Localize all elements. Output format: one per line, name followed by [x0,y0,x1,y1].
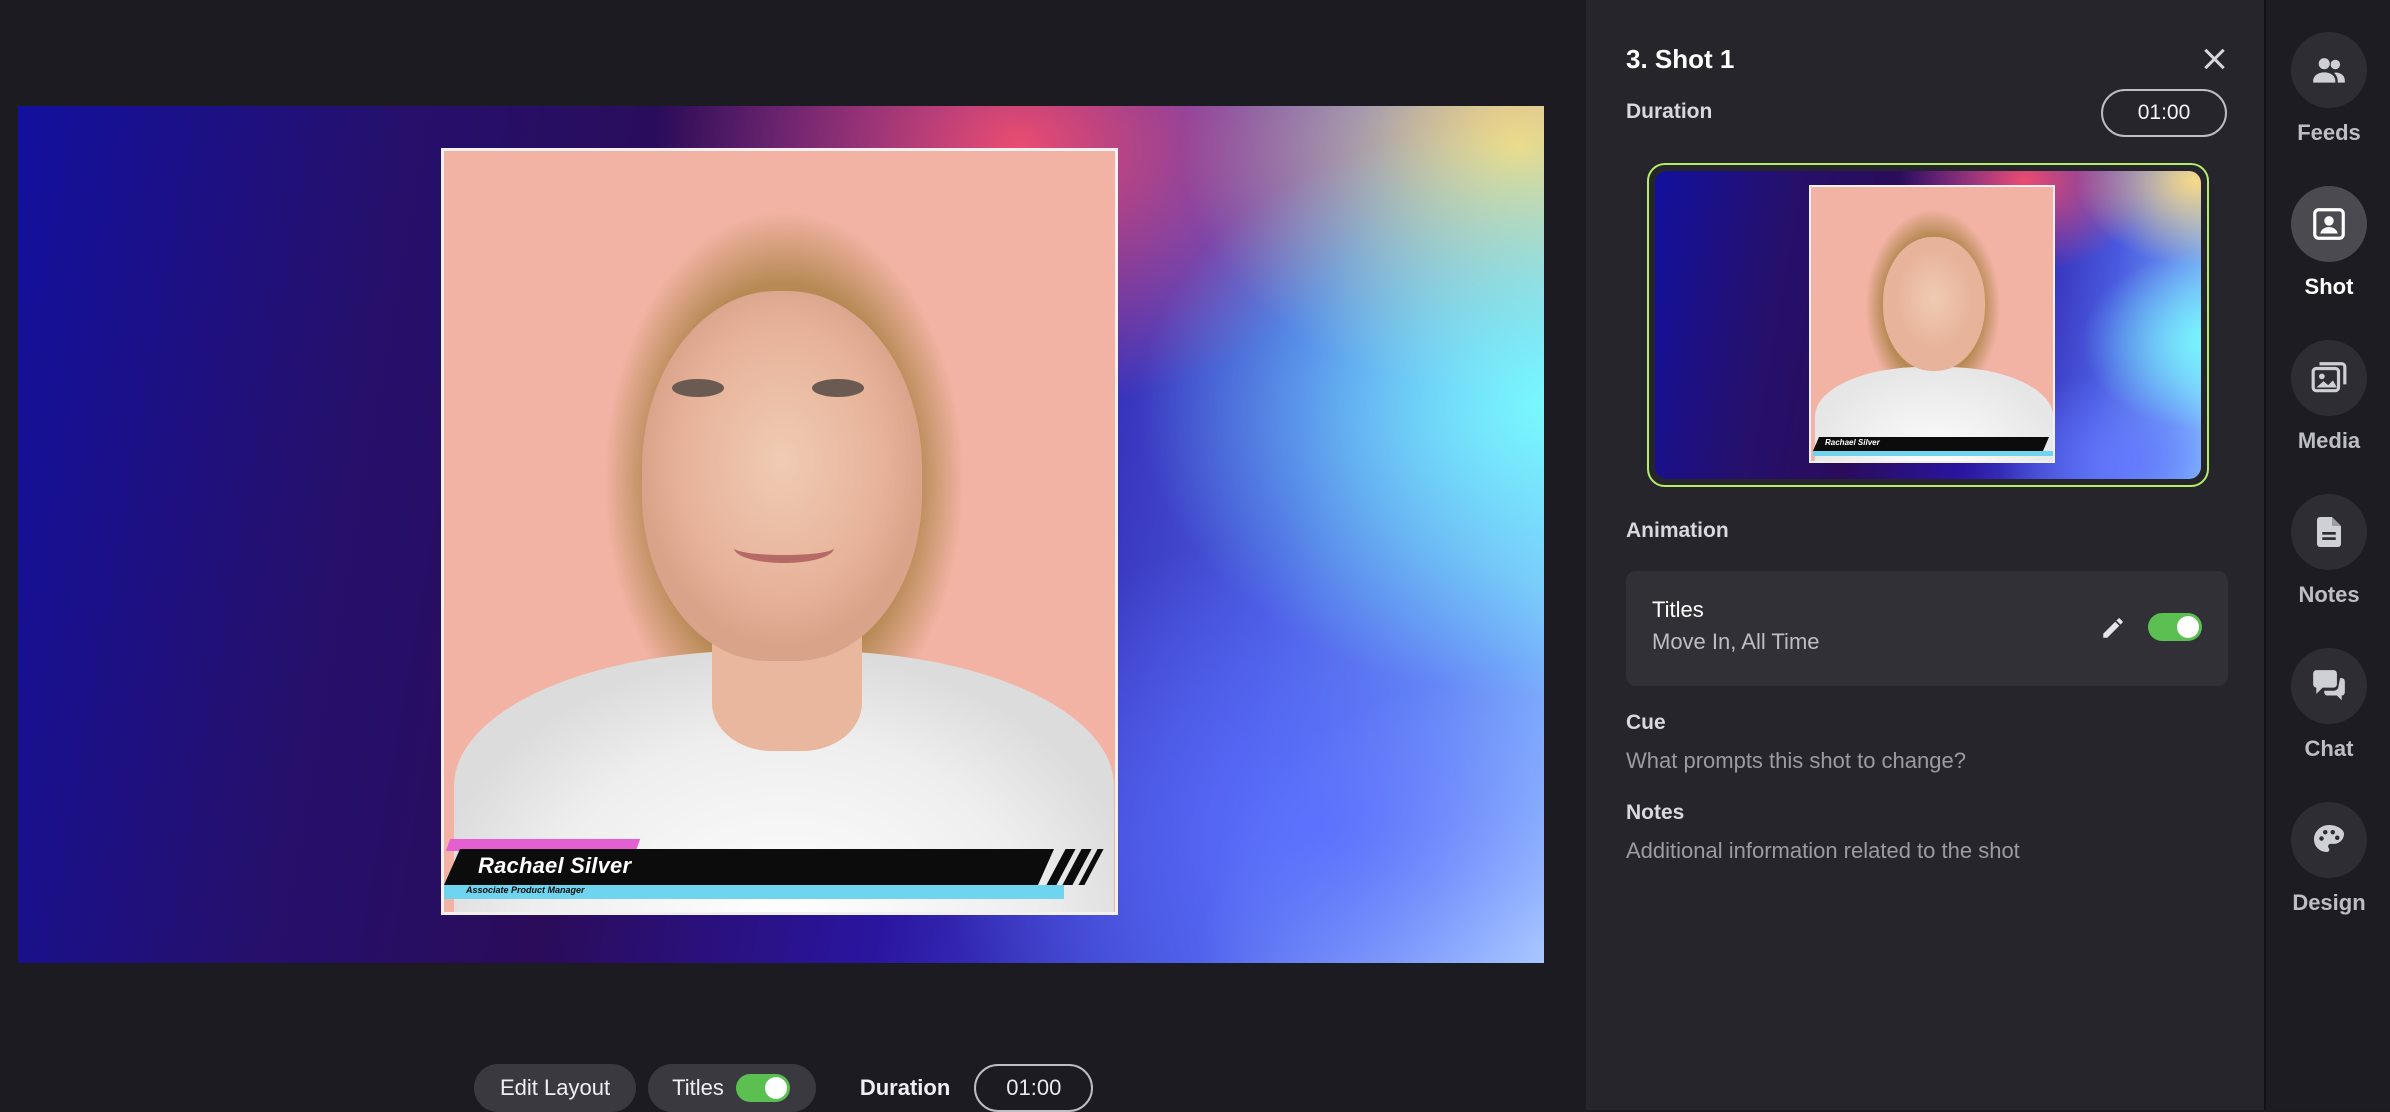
document-icon [2311,514,2347,550]
left-eye [672,379,724,397]
images-icon [2310,359,2348,397]
thumbnail-canvas: Rachael Silver [1655,171,2201,479]
nav-button[interactable] [2291,340,2367,416]
pencil-icon[interactable] [2100,615,2126,641]
nav-label: Shot [2304,274,2354,299]
lower-third-title: Rachael Silver Associate Product Manager [444,839,1115,912]
notes-label: Notes [1626,801,1685,824]
duration-input[interactable]: 01:00 [974,1064,1094,1112]
palette-icon [2311,822,2347,858]
edit-layout-label: Edit Layout [500,1075,611,1100]
portrait-icon [2310,205,2348,243]
stage-area: Rachael Silver Associate Product Manager… [0,0,1584,1112]
shot-thumbnail[interactable]: Rachael Silver [1647,163,2209,487]
lower-third-role: Associate Product Manager [466,885,585,895]
right-eye [812,379,864,397]
panel-duration-input[interactable]: 01:00 [2101,89,2227,137]
stage-toolbar: Edit Layout Titles Duration 01:00 [474,1064,1094,1112]
edit-layout-button[interactable]: Edit Layout [474,1064,637,1112]
nav-label: Design [2292,890,2366,915]
nav-label: Media [2297,428,2361,453]
duration-label: Duration [859,1075,951,1100]
thumbnail-name: Rachael Silver [1825,438,1880,447]
people-icon [2310,51,2348,89]
duration-label: Duration [1626,100,1713,123]
animation-toggle[interactable] [2148,613,2202,641]
chat-bubbles-icon [2310,667,2348,705]
close-icon[interactable] [2199,44,2229,74]
titles-label: Titles [672,1075,724,1100]
nav-item-feeds[interactable]: Feeds [2266,32,2390,182]
thumbnail-face [1883,237,1985,371]
nav-label: Chat [2304,736,2354,761]
titles-toggle[interactable] [735,1074,790,1102]
guest-video-feed[interactable]: Rachael Silver Associate Product Manager [441,148,1118,915]
shot-properties-panel: 3. Shot 1 Duration 01:00 Rachael Silver … [1584,0,2264,1110]
shot-canvas[interactable]: Rachael Silver Associate Product Manager [18,106,1544,963]
nav-item-design[interactable]: Design [2266,802,2390,952]
notes-input[interactable]: Additional information related to the sh… [1626,838,2020,864]
nav-label: Notes [2298,582,2360,607]
titles-toggle-button[interactable]: Titles [648,1064,816,1112]
mouth [734,533,834,563]
nav-button[interactable] [2291,494,2367,570]
nav-button[interactable] [2291,802,2367,878]
toggle-knob [764,1077,787,1099]
nav-button[interactable] [2291,648,2367,724]
animation-label: Animation [1626,519,1729,542]
animation-title: Titles [1652,597,1704,622]
nav-item-chat[interactable]: Chat [2266,648,2390,798]
toggle-knob [2177,616,2199,638]
animation-subtitle: Move In, All Time [1652,629,1820,654]
nav-item-shot[interactable]: Shot [2266,186,2390,336]
animation-card[interactable]: Titles Move In, All Time [1626,571,2228,686]
nav-item-media[interactable]: Media [2266,340,2390,490]
face [642,291,922,661]
cue-input[interactable]: What prompts this shot to change? [1626,748,1966,774]
nav-button[interactable] [2291,32,2367,108]
thumbnail-role-bar [1813,451,2053,456]
thumbnail-portrait: Rachael Silver [1809,185,2055,463]
thumbnail-lower-third: Rachael Silver [1813,437,2049,451]
lower-third-name: Rachael Silver [478,853,632,878]
panel-title: 3. Shot 1 [1626,44,1735,74]
nav-button[interactable] [2291,186,2367,262]
right-nav: Feeds Shot Media Notes Chat Design [2264,0,2390,1110]
nav-label: Feeds [2297,120,2361,145]
cue-label: Cue [1626,711,1666,734]
nav-item-notes[interactable]: Notes [2266,494,2390,644]
